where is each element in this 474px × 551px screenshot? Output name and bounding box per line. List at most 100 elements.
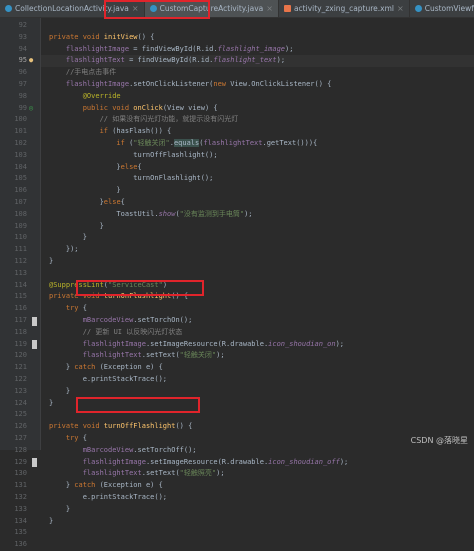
close-icon[interactable]: × [397,4,404,13]
code-token: flashlightImage [82,457,146,466]
code-line: flashlightImage.setOnClickListener(new V… [49,79,332,91]
editor-tab[interactable]: activity_zxing_capture.xml × [279,0,410,17]
line-number: 118 [14,327,27,336]
override-marker-icon[interactable]: ◎ [29,103,33,115]
code-line: flashlightText.setText("轻触关闭"); [49,350,225,362]
code-token: .setText( [141,351,180,360]
intention-bulb-icon[interactable]: ● [29,55,33,67]
code-token: .setImageResource(R.drawable. [145,457,269,466]
code-line: flashlightImage = findViewById(R.id.flas… [49,44,298,56]
line-number: 95 [18,56,27,65]
code-token: flashlightText [65,56,125,65]
code-line: public void onClick(View view) { [49,103,218,115]
code-token: flashlightImage [65,80,130,88]
code-line: turnOnFlashlight(); [49,173,213,185]
code-token: @Override [49,91,121,100]
code-token: if [49,127,113,136]
code-token: initView [103,32,138,41]
highlight-box-torch-off [76,397,200,413]
code-token: "没有监测到手电筒" [179,209,245,218]
code-line: e.printStackTrace(); [49,492,167,504]
code-token: try [49,304,83,313]
code-line: mBarcodeView.setTorchOff(); [49,445,197,457]
code-token: } [49,363,75,372]
editor-tab-label: CustomViewfinderView.java [424,4,474,13]
code-line: try { [49,433,87,445]
code-token: "轻触关闭" [179,351,217,360]
code-token: ); [276,56,286,65]
line-number: 128 [14,445,27,454]
code-token: ); [285,44,298,53]
line-number: 102 [14,139,27,147]
line-number: 116 [14,304,27,313]
line-number: 106 [14,186,27,195]
code-token: ); [216,469,225,478]
code-token: } [49,398,54,407]
highlight-box-torch-on [76,280,204,296]
code-line: private void turnOffFlashlight() { [49,421,192,433]
code-token: e.printStackTrace(); [49,493,168,501]
code-token: catch [74,363,100,372]
code-editor[interactable]: private void initView() { flashlightImag… [41,18,474,525]
code-line: if ("轻触关闭".equals(flashlightText.getText… [49,138,317,150]
code-token: ); [339,457,349,466]
code-token: flashlightImage [82,339,146,348]
code-token: { [82,304,87,313]
line-number: 105 [14,174,27,183]
code-token: flashlightText [82,469,142,478]
code-token: ); [335,339,345,348]
code-token: // 更新 UI 以反映闪光灯状态 [49,327,183,336]
code-line: mBarcodeView.setTorchOn(); [49,315,193,327]
code-token: { [120,198,125,206]
code-line: ToastUtil.show("没有监测到手电筒"); [49,209,253,221]
line-number: 99 [18,103,27,112]
line-number: 111 [14,245,27,254]
line-number: 130 [14,469,27,478]
code-token: turnOffFlashlight(); [49,150,218,159]
line-number: 120 [14,351,27,360]
code-line: } [49,232,87,244]
code-line: // 更新 UI 以反映闪光灯状态 [49,327,183,339]
line-number: 107 [14,198,27,206]
code-token: .setTorchOn(); [133,316,193,324]
code-token: else [120,162,138,171]
watermark: CSDN @落晓星 [410,436,468,445]
line-number: 126 [14,422,27,431]
code-line: } [49,221,104,233]
code-token: (Exception e) { [99,363,163,372]
editor-tab[interactable]: CustomViewfinderView.java× [410,0,474,17]
code-line: }else{ [49,162,142,174]
close-icon[interactable]: × [266,4,273,13]
code-token: { [137,162,142,171]
code-token: }); [49,245,79,254]
code-token: } [49,162,121,171]
code-token: } [49,233,87,242]
line-number: 136 [14,540,27,549]
code-line: turnOffFlashlight(); [49,150,218,162]
line-number: 98 [18,91,27,100]
code-token: flashlightText [203,139,263,147]
code-line: } [49,516,53,528]
line-number: 103 [14,150,27,159]
code-token: .setOnClickListener( [129,80,214,88]
line-number: 133 [14,504,27,513]
code-token: .getText())){ [262,139,318,147]
line-number: 124 [14,398,27,407]
line-number: 94 [18,44,27,53]
code-token: () { [137,32,155,41]
code-token: ); [244,209,253,218]
code-token: = findViewById(R.id. [129,44,218,53]
line-number: 100 [14,115,27,124]
code-token: { [82,434,87,442]
code-token: flashlight_text [213,56,277,65]
line-number: 104 [14,162,27,171]
code-token: icon_shoudian_on [268,339,336,348]
code-token: (View view) { [162,103,218,112]
line-number: 110 [14,233,27,242]
line-number: 115 [14,292,27,301]
